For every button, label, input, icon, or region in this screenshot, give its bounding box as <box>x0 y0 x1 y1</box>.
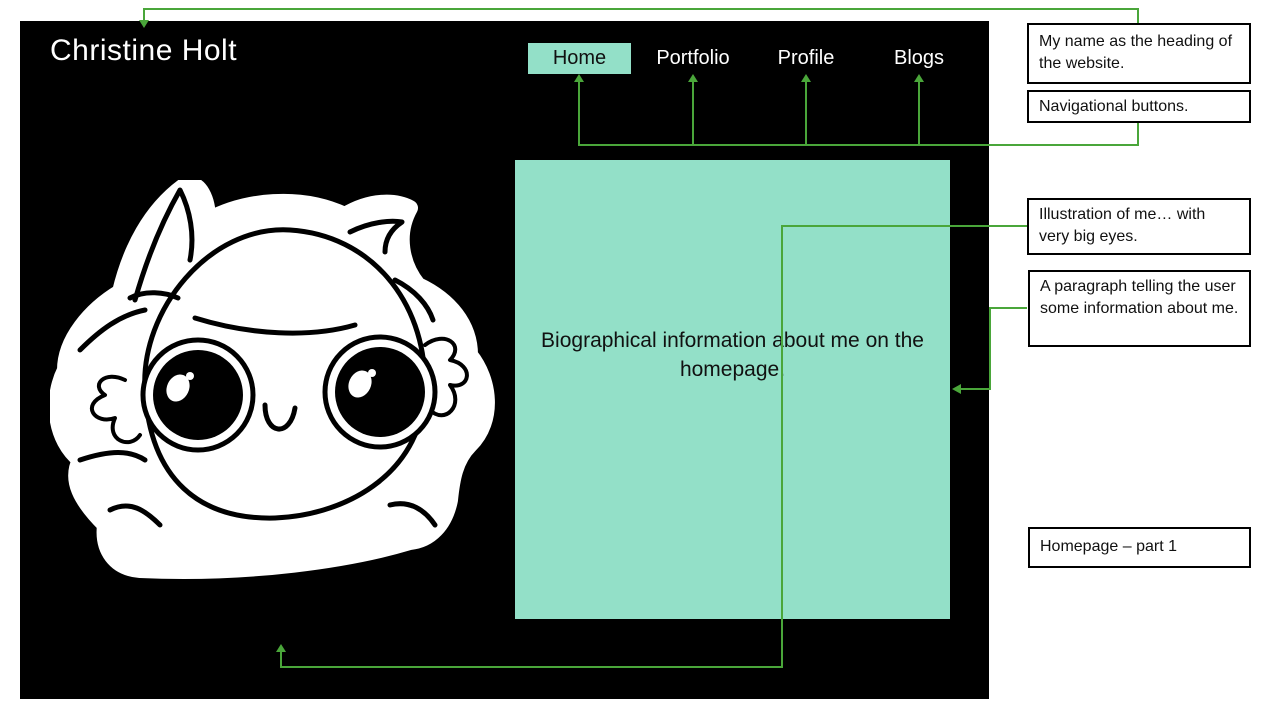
nav-profile-button[interactable]: Profile <box>756 43 856 74</box>
nav-annotation: Navigational buttons. <box>1027 90 1251 123</box>
nav-blogs-button[interactable]: Blogs <box>869 43 969 74</box>
nav-portfolio-button[interactable]: Portfolio <box>643 43 743 74</box>
nav-home-button[interactable]: Home <box>528 43 631 74</box>
heading-annotation: My name as the heading of the website. <box>1027 23 1251 84</box>
page-caption: Homepage – part 1 <box>1028 527 1251 568</box>
illustration-annotation: Illustration of me… with very big eyes. <box>1027 198 1251 255</box>
bio-paragraph: Biographical information about me on the… <box>541 328 924 381</box>
site-title: Christine Holt <box>50 34 238 67</box>
paragraph-annotation: A paragraph telling the user some inform… <box>1028 270 1251 347</box>
bio-box: Biographical information about me on the… <box>515 160 950 619</box>
avatar-illustration <box>50 180 495 579</box>
